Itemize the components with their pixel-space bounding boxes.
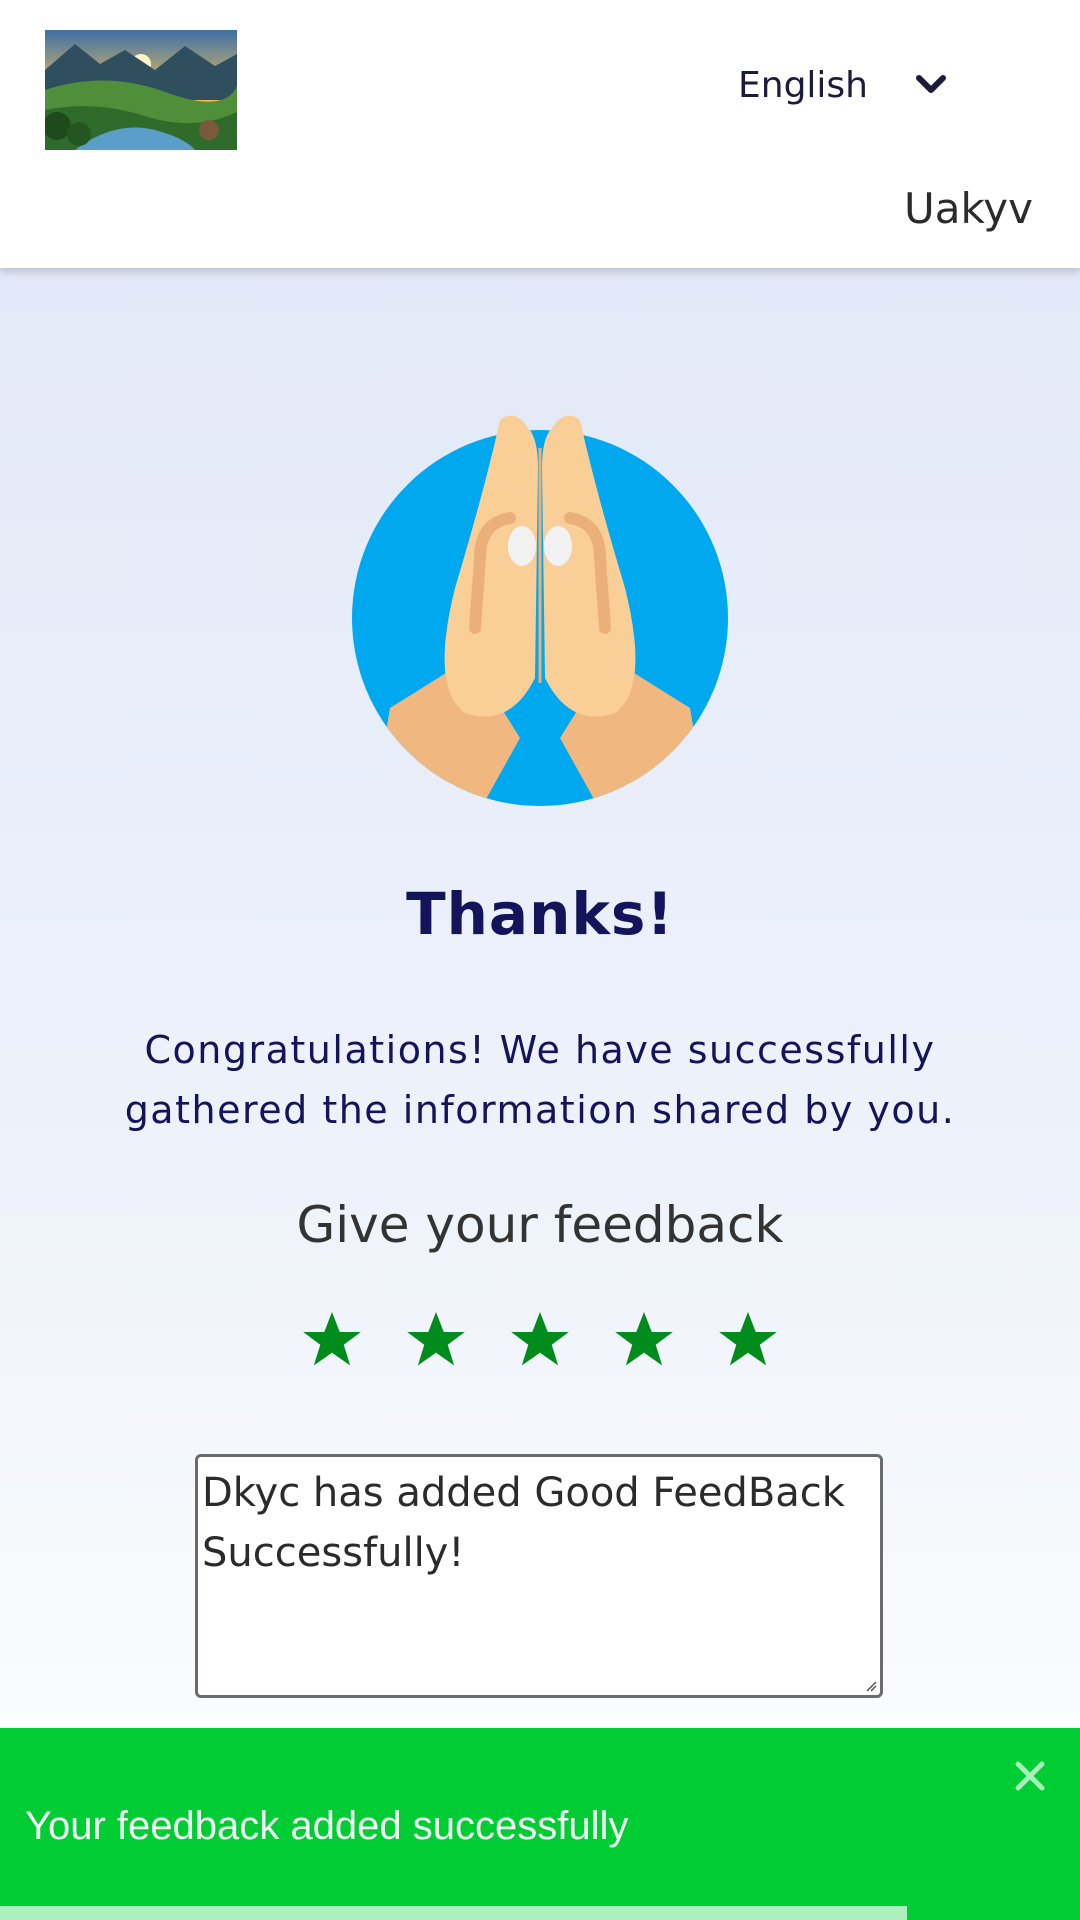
feedback-text-line: Dkyc has added Good FeedBack [202,1470,845,1516]
landscape-logo[interactable] [45,30,237,150]
chevron-down-icon [914,68,948,102]
star-icon[interactable] [612,1308,676,1372]
praying-hands-icon [350,408,730,808]
toast-progress-bar [0,1906,908,1920]
language-label: English [738,64,868,106]
resize-grip-icon[interactable] [865,1680,877,1692]
toast-message: Your feedback added successfully [25,1804,629,1848]
close-icon[interactable] [1012,1758,1048,1794]
success-message-line: gathered the information shared by you. [124,1088,956,1132]
header: English Uakyv [0,0,1080,268]
success-toast: Your feedback added successfully [0,1728,1080,1920]
success-message: Congratulations! We have successfully ga… [100,1020,980,1140]
star-icon[interactable] [404,1308,468,1372]
star-icon[interactable] [508,1308,572,1372]
feedback-heading: Give your feedback [296,1196,784,1254]
success-message-line: Congratulations! We have successfully [144,1028,936,1072]
page-title: Thanks! [406,880,674,948]
star-icon[interactable] [300,1308,364,1372]
star-rating[interactable] [0,1308,1080,1372]
star-icon[interactable] [716,1308,780,1372]
feedback-text-line: Successfully! [202,1530,465,1576]
thank-you-panel: Thanks! Congratulations! We have success… [0,268,1080,1920]
username-label[interactable]: Uakyv [904,184,1033,233]
feedback-textarea[interactable]: Dkyc has added Good FeedBack Successfull… [195,1454,883,1698]
language-selector[interactable]: English [738,60,948,110]
